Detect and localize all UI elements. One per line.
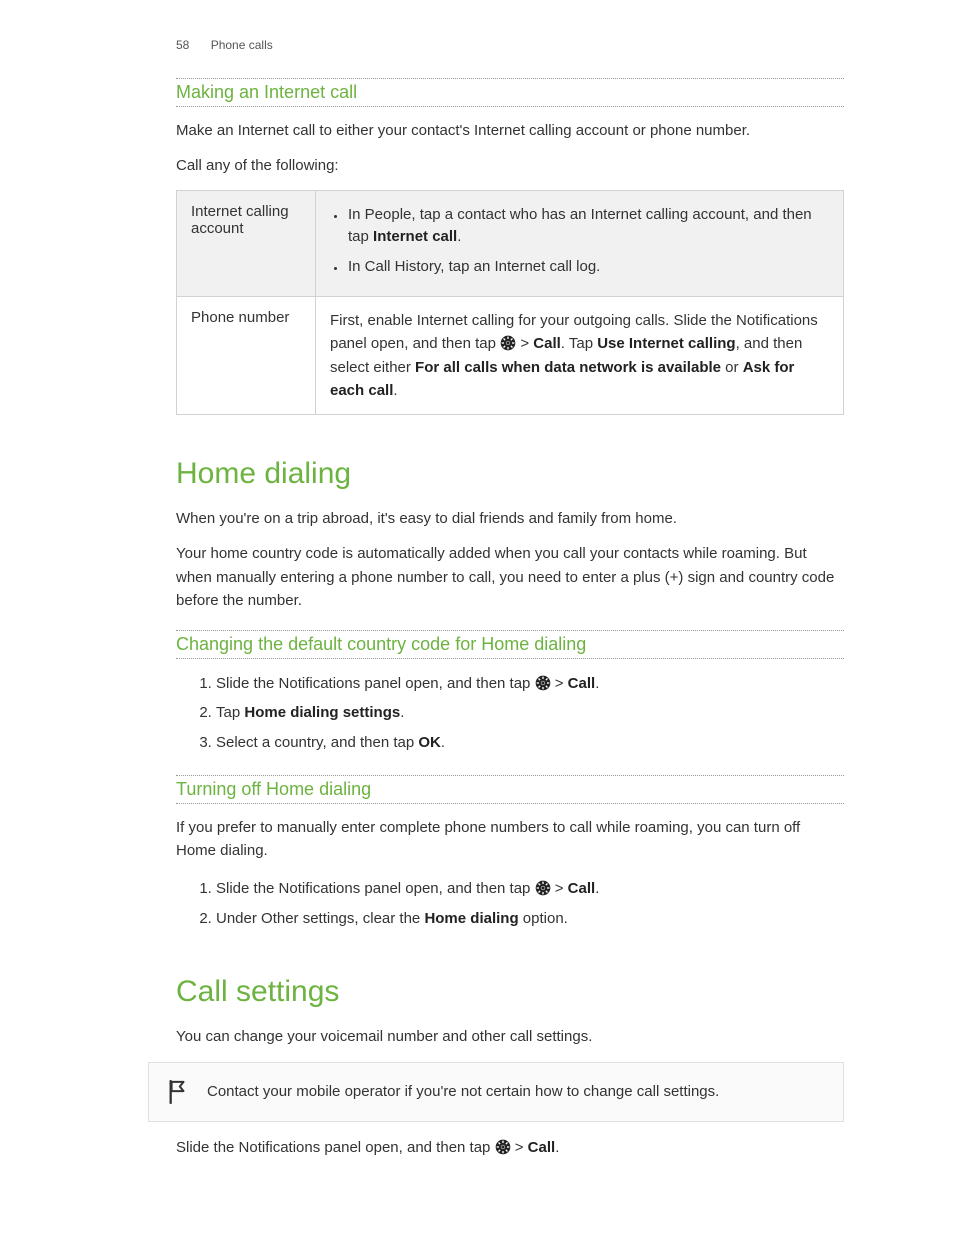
gear-icon (495, 1139, 511, 1155)
text-bold: Call (568, 880, 596, 897)
gear-icon (535, 880, 551, 896)
text: > (551, 675, 568, 692)
text: > (516, 335, 533, 352)
document-page: 58 Phone calls Making an Internet call M… (0, 0, 954, 1235)
list-item: Under Other settings, clear the Home dia… (216, 904, 844, 933)
text: . (555, 1139, 559, 1156)
list-item: In Call History, tap an Internet call lo… (346, 255, 829, 285)
ordered-steps: Slide the Notifications panel open, and … (176, 874, 844, 933)
list-item: Tap Home dialing settings. (216, 698, 844, 727)
text-bold: Use Internet calling (597, 335, 735, 352)
list-item: Slide the Notifications panel open, and … (216, 874, 844, 903)
note-text: Contact your mobile operator if you're n… (207, 1080, 719, 1103)
note-box: Contact your mobile operator if you're n… (148, 1062, 844, 1122)
text: . (441, 734, 445, 751)
list-item: Slide the Notifications panel open, and … (216, 669, 844, 698)
page-header: 58 Phone calls (176, 38, 844, 52)
gear-icon (500, 335, 516, 351)
text: Slide the Notifications panel open, and … (176, 1139, 495, 1156)
ordered-steps: Slide the Notifications panel open, and … (176, 669, 844, 757)
body-text: If you prefer to manually enter complete… (176, 816, 844, 863)
text: > (511, 1139, 528, 1156)
page-number: 58 (176, 38, 189, 52)
text: . (595, 880, 599, 897)
body-text: Call any of the following: (176, 154, 844, 177)
text: . Tap (561, 335, 597, 352)
text: . (457, 228, 461, 245)
subheading-changing-country-code: Changing the default country code for Ho… (176, 634, 844, 659)
text: Slide the Notifications panel open, and … (216, 880, 535, 897)
list-item: In People, tap a contact who has an Inte… (346, 203, 829, 255)
table-cell-label: Phone number (177, 297, 316, 415)
text: . (400, 704, 404, 721)
text-bold: Call (568, 675, 596, 692)
text: > (551, 880, 568, 897)
text-bold: Call (528, 1139, 556, 1156)
text-bold: OK (418, 734, 441, 751)
text-bold: Call (533, 335, 561, 352)
text-bold: Home dialing settings (244, 704, 400, 721)
text: option. (519, 910, 568, 927)
subheading-turning-off-home-dialing: Turning off Home dialing (176, 779, 844, 804)
body-text: Make an Internet call to either your con… (176, 119, 844, 142)
text: Slide the Notifications panel open, and … (216, 675, 535, 692)
text-bold: Home dialing (424, 910, 518, 927)
body-text: Slide the Notifications panel open, and … (176, 1136, 844, 1159)
table-cell-content: First, enable Internet calling for your … (316, 297, 844, 415)
list-item: Select a country, and then tap OK. (216, 728, 844, 757)
section-name: Phone calls (211, 38, 273, 52)
table-row: Internet calling account In People, tap … (177, 190, 844, 297)
table-cell-label: Internet calling account (177, 190, 316, 297)
body-text: When you're on a trip abroad, it's easy … (176, 507, 844, 530)
gear-icon (535, 675, 551, 691)
table-row: Phone number First, enable Internet call… (177, 297, 844, 415)
options-table: Internet calling account In People, tap … (176, 190, 844, 416)
text: Tap (216, 704, 244, 721)
text: . (595, 675, 599, 692)
body-text: Your home country code is automatically … (176, 542, 844, 612)
flag-icon (167, 1079, 189, 1105)
heading-call-settings: Call settings (176, 975, 844, 1009)
text: Select a country, and then tap (216, 734, 418, 751)
text: or (721, 359, 743, 376)
text-bold: Internet call (373, 228, 457, 245)
text-bold: For all calls when data network is avail… (415, 359, 721, 376)
text: Under Other settings, clear the (216, 910, 424, 927)
subheading-making-internet-call: Making an Internet call (176, 82, 844, 107)
table-cell-content: In People, tap a contact who has an Inte… (316, 190, 844, 297)
text: . (393, 382, 397, 399)
heading-home-dialing: Home dialing (176, 457, 844, 491)
body-text: You can change your voicemail number and… (176, 1025, 844, 1048)
